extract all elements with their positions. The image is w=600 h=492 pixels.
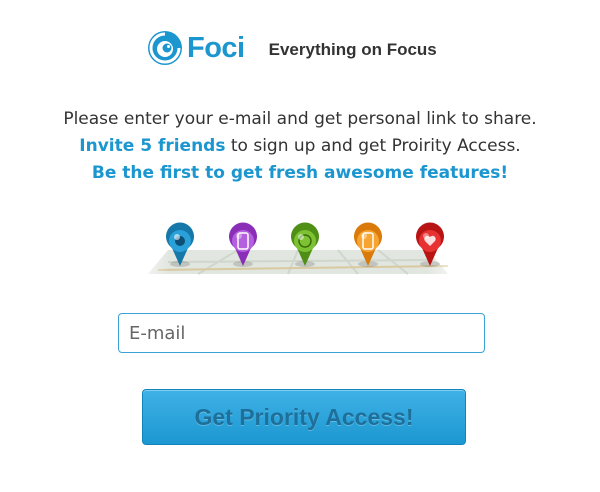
intro-line-2-rest: to sign up and get Proirity Access. [225,136,521,156]
intro-line-2: Invite 5 friends to sign up and get Proi… [0,133,600,160]
foci-eye-icon [148,31,182,65]
brand-name: Foci [187,31,245,64]
brand-tagline: Everything on Focus [268,40,437,59]
map-pins-illustration [128,222,468,276]
intro-line-1: Please enter your e-mail and get persona… [63,109,537,129]
email-input[interactable] [118,313,485,353]
intro-line-3: Be the first to get fresh awesome featur… [91,163,509,183]
invite-highlight: Invite 5 friends [79,136,226,156]
get-priority-access-button[interactable]: Get Priority Access! [142,389,466,445]
intro-text: Please enter your e-mail and get persona… [0,106,600,187]
header: Foci Everything on Focus [146,26,437,70]
